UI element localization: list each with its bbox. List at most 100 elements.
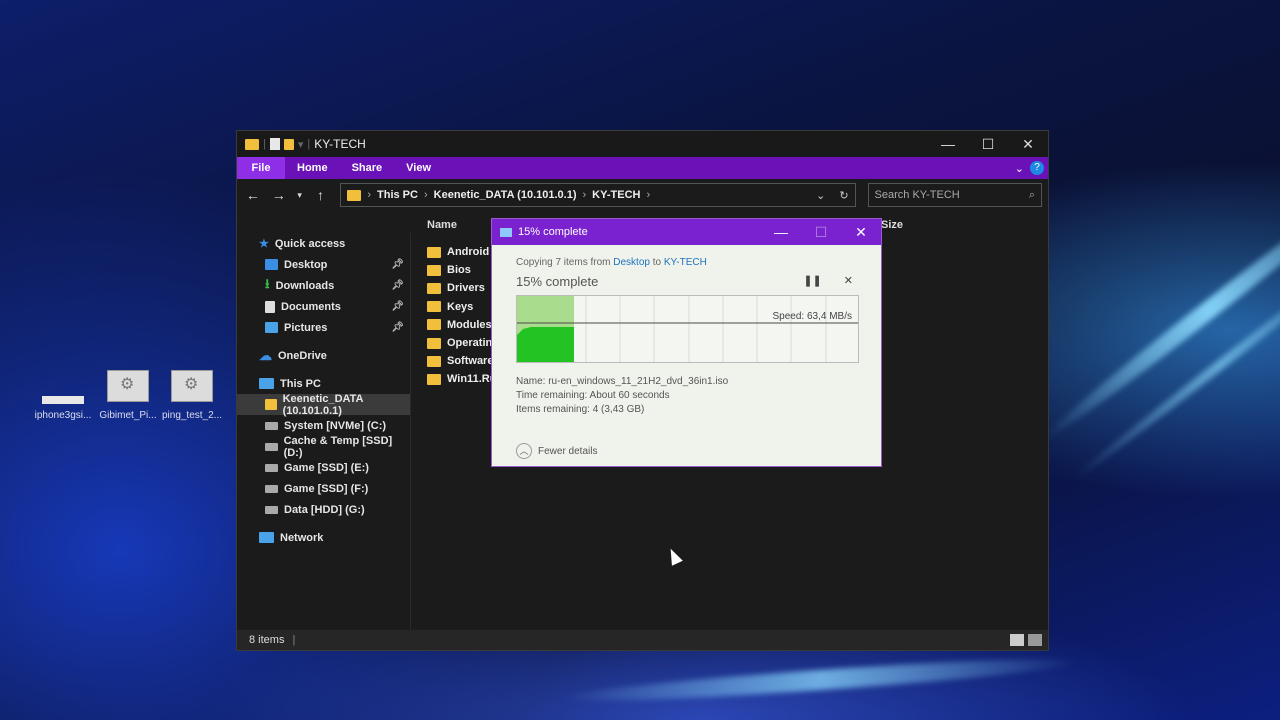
column-header-name[interactable]: Name [427,219,457,231]
help-icon[interactable]: ? [1030,161,1044,175]
refresh-icon[interactable]: ↻ [839,189,848,202]
pin-icon: 📌︎ [391,259,404,270]
dialog-minimize-button[interactable]: — [761,224,801,241]
settings-file-icon: ⚙ [107,370,149,402]
drive-icon [265,505,278,514]
tab-home[interactable]: Home [285,157,340,179]
dialog-title: 15% complete [518,226,588,238]
destination-link[interactable]: KY-TECH [664,257,707,268]
pin-icon: 📌︎ [391,301,404,312]
nav-desktop[interactable]: Desktop 📌︎ [237,254,410,275]
tab-share[interactable]: Share [340,157,395,179]
desktop-icon-gibimet[interactable]: ⚙ Gibimet_Pi... [97,370,159,421]
folder-icon [245,138,259,150]
dialog-close-button[interactable]: ✕ [841,224,881,241]
tab-file[interactable]: File [237,157,285,179]
ribbon-tabs: File Home Share View ⌄ ? [237,157,1048,179]
drive-icon [265,463,278,472]
desktop-icon-label: ping_test_2... [161,410,223,421]
network-folder-icon [265,399,277,410]
search-input[interactable]: Search KY-TECH [875,189,960,201]
star-icon: ★ [259,238,269,250]
source-link[interactable]: Desktop [613,257,650,268]
cloud-icon: ☁ [259,347,272,363]
download-icon: ⭳ [265,275,270,291]
tab-view[interactable]: View [394,157,443,179]
wallpaper-beam [559,651,1081,709]
recent-locations-icon[interactable]: ▾ [295,190,305,201]
nav-pictures[interactable]: Pictures 📌︎ [237,317,410,338]
breadcrumb-this-pc[interactable]: This PC [377,189,418,201]
status-bar: 8 items | [237,630,1048,650]
speed-area [517,327,574,362]
nav-drive-c[interactable]: System [NVMe] (C:) [237,415,410,436]
item-count: 8 items [249,634,285,646]
computer-icon [259,378,274,389]
folder-icon [427,373,441,385]
pictures-icon [265,322,278,333]
breadcrumb-ky-tech[interactable]: KY-TECH [592,189,640,201]
folder-icon [427,301,441,313]
copying-summary: Copying 7 items from Desktop to KY-TECH [516,257,707,268]
wallpaper-beam [1038,172,1280,446]
folder-icon [347,189,362,201]
maximize-button[interactable]: ☐ [968,136,1008,153]
window-title: KY-TECH [314,137,366,151]
search-icon[interactable]: ⌕ [1029,189,1035,202]
nav-downloads[interactable]: ⭳ Downloads 📌︎ [237,275,410,296]
file-icon [42,396,84,404]
back-button[interactable]: ← [243,187,263,203]
properties-icon[interactable] [269,138,280,150]
close-button[interactable]: ✕ [1008,136,1048,153]
address-dropdown-icon[interactable]: ⌄ [816,189,825,202]
speed-graph-svg [517,296,858,362]
network-icon [259,532,274,543]
navigation-pane: ★ Quick access Desktop 📌︎ ⭳ Downloads 📌︎… [237,233,411,630]
dialog-titlebar[interactable]: 15% complete — ☐ ✕ [492,219,881,245]
forward-button[interactable]: → [269,187,289,203]
nav-drive-keenetic[interactable]: Keenetic_DATA (10.101.0.1) [237,393,410,417]
expand-ribbon-icon[interactable]: ⌄ [1015,162,1024,175]
search-box[interactable]: Search KY-TECH ⌕ [867,183,1043,207]
nav-onedrive[interactable]: ☁ OneDrive [237,345,410,366]
nav-this-pc[interactable]: This PC [237,373,410,394]
folder-icon [427,337,441,349]
up-button[interactable]: ↑ [311,187,331,203]
navigation-bar: ← → ▾ ↑ › This PC › Keenetic_DATA (10.10… [237,179,1048,211]
nav-drive-d[interactable]: Cache & Temp [SSD] (D:) [237,435,410,459]
column-header-size[interactable]: Size [881,219,903,231]
breadcrumb-keenetic[interactable]: Keenetic_DATA (10.101.0.1) [434,189,577,201]
cancel-copy-button[interactable]: ✕ [844,274,853,289]
nav-drive-e[interactable]: Game [SSD] (E:) [237,457,410,478]
desktop-icon-ping-test[interactable]: ⚙ ping_test_2... [161,370,223,421]
explorer-titlebar[interactable]: | ▾ | KY-TECH — ☐ ✕ [237,131,1048,157]
progress-percent: 15% complete [516,274,599,289]
nav-drive-f[interactable]: Game [SSD] (F:) [237,478,410,499]
file-name: Name: ru-en_windows_11_21H2_dvd_36in1.is… [516,376,729,387]
drive-icon [265,484,278,493]
transfer-speed-graph: Speed: 63,4 MB/s [516,295,859,363]
folder-icon [427,319,441,331]
nav-network[interactable]: Network [237,527,410,548]
address-bar[interactable]: › This PC › Keenetic_DATA (10.101.0.1) ›… [340,183,856,207]
folder-icon [427,264,441,276]
large-icons-view-icon[interactable] [1028,634,1042,646]
settings-file-icon: ⚙ [171,370,213,402]
pause-button[interactable]: ❚❚ [803,274,821,289]
nav-drive-g[interactable]: Data [HDD] (G:) [237,499,410,520]
copy-details: Name: ru-en_windows_11_21H2_dvd_36in1.is… [516,375,857,417]
folder-icon [427,355,441,367]
minimize-button[interactable]: — [928,136,968,153]
folder-icon [427,246,441,258]
chevron-up-icon: ︿ [516,443,532,459]
window-controls: — ☐ ✕ [928,136,1048,153]
qat-dropdown-icon[interactable]: ▾ [298,138,304,151]
new-folder-icon[interactable] [283,138,294,150]
folder-icon [427,282,441,294]
quick-access-toolbar: | ▾ | [245,138,310,151]
fewer-details-button[interactable]: ︿ Fewer details [516,443,857,459]
nav-documents[interactable]: Documents 📌︎ [237,296,410,317]
details-view-icon[interactable] [1010,634,1024,646]
nav-quick-access[interactable]: ★ Quick access [237,233,410,254]
desktop-icon-iphone[interactable]: iphone3gsi... [32,370,94,421]
